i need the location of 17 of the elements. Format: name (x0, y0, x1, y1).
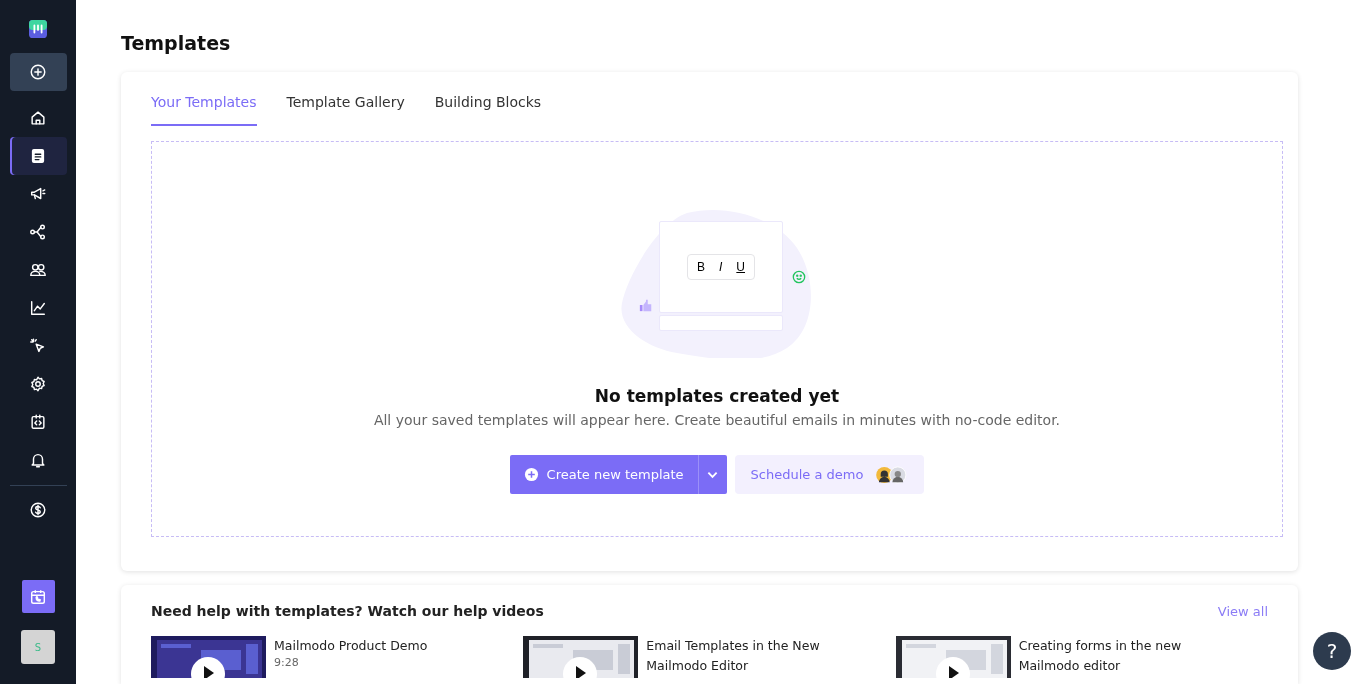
video-title[interactable]: Creating forms in the new Mailmodo editor (1018, 636, 1204, 676)
format-letter: I (719, 260, 723, 274)
schedule-demo-button[interactable]: Schedule a demo (734, 455, 925, 494)
page-title: Templates (121, 32, 232, 54)
video-duration: 9:28 (274, 656, 300, 670)
tab[interactable]: Template Gallery (286, 86, 405, 126)
empty-state-description: All your saved templates will appear here. Create beautiful emails in minutes with no-code editor. (373, 412, 1061, 428)
video-title[interactable]: Email Templates in the New Mailmodo Editor (646, 636, 832, 676)
empty-state-title: No templates created yet (594, 386, 840, 406)
format-letter: U (736, 260, 745, 274)
video-title[interactable]: Mailmodo Product Demo (274, 636, 459, 656)
tab[interactable]: Your Templates (151, 86, 257, 126)
format-letter: B (697, 260, 705, 274)
create-template-button[interactable]: Create new template (509, 455, 698, 494)
section-title: Need help with templates? Watch our help videos (151, 603, 544, 619)
tab[interactable]: Building Blocks (434, 86, 542, 126)
help-button[interactable]: ? (1313, 632, 1351, 670)
